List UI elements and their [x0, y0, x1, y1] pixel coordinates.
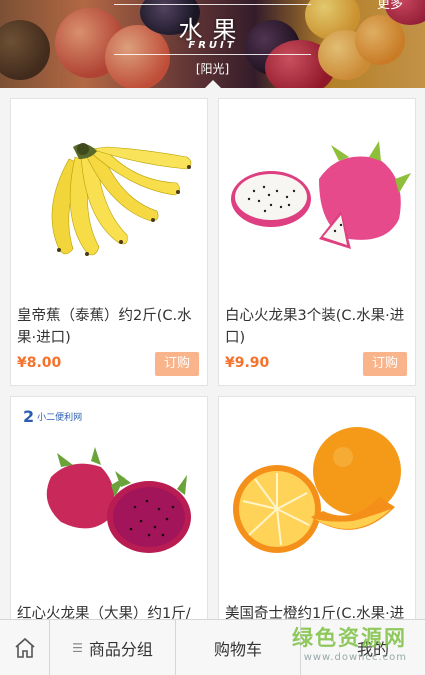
tab-cart-label: 购物车 — [213, 640, 262, 659]
orange-image — [233, 427, 401, 553]
product-card[interactable]: 皇帝蕉（泰蕉）约2斤(C.水果·进口) ¥8.00 订购 — [10, 98, 208, 386]
order-button[interactable]: 订购 — [155, 352, 199, 376]
product-name[interactable]: 白心火龙果3个装(C.水果·进口) — [225, 305, 411, 349]
banana-image — [51, 143, 192, 256]
category-tag: [阳光] — [195, 62, 230, 76]
white-dragonfruit-image — [231, 141, 411, 249]
category-banner: 更多 水果 FRUIT [阳光] — [0, 0, 425, 88]
home-icon — [14, 637, 35, 658]
red-dragonfruit-image — [46, 447, 191, 553]
banner-notch — [205, 80, 221, 88]
tab-category-label: 商品分组 — [88, 640, 153, 659]
tab-cart[interactable]: 购物车 — [176, 620, 301, 675]
watermark-text: 绿色资源网 — [292, 626, 407, 650]
page: 更多 水果 FRUIT [阳光] 皇帝蕉（泰蕉）约2斤(C.水果·进口) ¥8.… — [0, 0, 425, 675]
tab-home[interactable] — [0, 620, 50, 675]
tab-category[interactable]: ☰ 商品分组 — [50, 620, 176, 675]
category-subtitle: FRUIT — [188, 40, 237, 51]
product-price: ¥9.90 — [225, 355, 270, 371]
watermark: 绿色资源网 www.downcc.com — [292, 622, 407, 663]
product-card[interactable]: 白心火龙果3个装(C.水果·进口) ¥9.90 订购 — [218, 98, 416, 386]
watermark-url: www.downcc.com — [303, 652, 407, 663]
banner-top-rule — [114, 4, 311, 5]
product-card[interactable]: 2 小二便利网 红心火龙果（大果）约1斤/ — [10, 396, 208, 626]
banner-bottom-rule — [114, 54, 311, 55]
product-name[interactable]: 皇帝蕉（泰蕉）约2斤(C.水果·进口) — [17, 305, 203, 349]
order-button[interactable]: 订购 — [363, 352, 407, 376]
menu-lines-icon: ☰ — [72, 641, 83, 655]
bottom-tab-bar: ☰ 商品分组 购物车 我的 绿色资源网 www.downcc.com — [0, 619, 425, 675]
product-card[interactable]: 美国奇士橙约1斤(C.水果·进 — [218, 396, 416, 626]
product-price: ¥8.00 — [17, 355, 62, 371]
